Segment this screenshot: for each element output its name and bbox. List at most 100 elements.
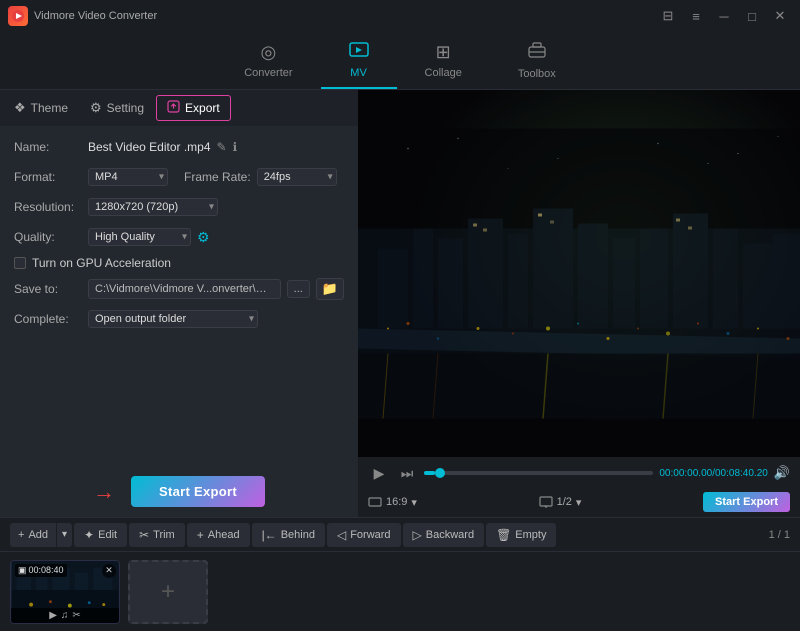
- content-area: ❖ Theme ⚙ Setting Export Nam: [0, 90, 800, 517]
- export-settings: Name: Best Video Editor .mp4 ✎ ℹ Format:…: [0, 126, 358, 462]
- edit-label: Edit: [98, 529, 117, 541]
- saveto-dots-btn[interactable]: ...: [287, 280, 310, 298]
- minimize-btn[interactable]: ─: [712, 6, 736, 26]
- collage-label: Collage: [425, 67, 462, 79]
- backward-button[interactable]: ▷ Backward: [403, 523, 485, 547]
- tab-toolbox[interactable]: Toolbox: [490, 32, 584, 89]
- edit-icon: ✦: [84, 528, 94, 542]
- app-icon: [8, 6, 28, 26]
- export-icon: [167, 100, 180, 116]
- clip-item[interactable]: ▣ 00:08:40 ✕ ▶ ♫ ✂: [10, 560, 120, 624]
- time-display: 00:00:00.00/00:08:40.20: [659, 468, 767, 479]
- resolution-select[interactable]: 1280x720 (720p) 1920x1080 (1080p): [88, 198, 218, 216]
- resolution-label: Resolution:: [14, 200, 82, 214]
- start-export-button[interactable]: Start Export: [131, 476, 265, 507]
- forward-label: Forward: [350, 529, 390, 541]
- format-label: Format:: [14, 170, 82, 184]
- add-main-btn[interactable]: + Add: [10, 523, 57, 547]
- timeline: ▣ 00:08:40 ✕ ▶ ♫ ✂ +: [0, 551, 800, 631]
- add-button-group[interactable]: + Add ▾: [10, 523, 72, 547]
- quality-label: Quality:: [14, 230, 82, 244]
- step-forward-button[interactable]: ⏭: [396, 462, 418, 484]
- screen-icon: [539, 495, 553, 509]
- quality-select[interactable]: High Quality Medium Quality: [88, 228, 191, 246]
- edit-button[interactable]: ✦ Edit: [74, 523, 127, 547]
- ratio-arrow: ▾: [411, 496, 417, 509]
- complete-select-wrap[interactable]: Open output folder Do nothing: [88, 310, 258, 328]
- format-select-wrap[interactable]: MP4 AVI MOV: [88, 168, 168, 186]
- frame-rate-select-wrap[interactable]: 24fps 25fps 30fps: [257, 168, 337, 186]
- empty-icon: 🗑: [496, 528, 511, 542]
- behind-button[interactable]: |← Behind: [252, 523, 325, 547]
- setting-label: Setting: [107, 101, 144, 115]
- close-btn[interactable]: ✕: [768, 6, 792, 26]
- sub-tabs: ❖ Theme ⚙ Setting Export: [0, 90, 358, 126]
- maximize-btn[interactable]: □: [740, 6, 764, 26]
- behind-icon: |←: [262, 528, 277, 542]
- progress-bar[interactable]: [424, 471, 653, 475]
- gpu-label: Turn on GPU Acceleration: [32, 256, 171, 270]
- clip-duration: ▣ 00:08:40: [15, 564, 67, 577]
- left-panel: ❖ Theme ⚙ Setting Export Nam: [0, 90, 358, 517]
- title-bar-left: Vidmore Video Converter: [8, 6, 157, 26]
- subtab-export[interactable]: Export: [156, 95, 231, 121]
- tab-collage[interactable]: ⊞ Collage: [397, 32, 490, 89]
- saveto-folder-btn[interactable]: 📁: [316, 278, 344, 300]
- screen-value: 1/2: [557, 496, 572, 508]
- trim-icon: ✂: [139, 528, 149, 542]
- ahead-label: Ahead: [208, 529, 240, 541]
- video-controls: ▶ ⏭ 00:00:00.00/00:08:40.20 🔊: [358, 457, 800, 489]
- quality-settings-icon[interactable]: ⚙: [197, 229, 210, 246]
- name-info-icon[interactable]: ℹ: [233, 140, 238, 154]
- quality-select-wrap[interactable]: High Quality Medium Quality: [88, 228, 191, 246]
- ahead-button[interactable]: + Ahead: [187, 523, 250, 547]
- arrow-icon: →: [93, 479, 115, 505]
- saveto-row: Save to: C:\Vidmore\Vidmore V...onverter…: [14, 278, 344, 300]
- resolution-row: Resolution: 1280x720 (720p) 1920x1080 (1…: [14, 196, 344, 218]
- start-export-btn-small[interactable]: Start Export: [703, 492, 790, 512]
- start-export-area: → Start Export: [0, 462, 358, 517]
- clip-close-btn[interactable]: ✕: [102, 564, 116, 578]
- ratio-icon: [368, 495, 382, 509]
- clip-audio-icon[interactable]: ♫: [61, 610, 69, 621]
- progress-thumb: [435, 468, 445, 478]
- frame-rate-select[interactable]: 24fps 25fps 30fps: [257, 168, 337, 186]
- clip-play-icon[interactable]: ▶: [49, 610, 57, 621]
- volume-icon[interactable]: 🔊: [774, 465, 790, 481]
- trim-button[interactable]: ✂ Trim: [129, 523, 185, 547]
- format-select[interactable]: MP4 AVI MOV: [88, 168, 168, 186]
- gpu-checkbox[interactable]: [14, 257, 26, 269]
- add-plus-icon: +: [18, 529, 24, 541]
- add-clip-button[interactable]: +: [128, 560, 208, 624]
- time-current: 00:00:00.00: [659, 468, 712, 479]
- ratio-label: 16:9: [386, 496, 407, 508]
- resolution-select[interactable]: 1/2 ▾: [539, 495, 582, 509]
- tab-converter[interactable]: ◎ Converter: [216, 32, 320, 89]
- tab-mv[interactable]: MV: [321, 32, 397, 89]
- add-dropdown-btn[interactable]: ▾: [57, 523, 72, 547]
- messages-btn[interactable]: ⊟: [656, 6, 680, 26]
- mv-label: MV: [350, 67, 367, 79]
- ratio-select[interactable]: 16:9 ▾: [368, 495, 417, 509]
- empty-button[interactable]: 🗑 Empty: [486, 523, 556, 547]
- right-panel: ▶ ⏭ 00:00:00.00/00:08:40.20 🔊 16:9 ▾: [358, 90, 800, 517]
- forward-button[interactable]: ◁ Forward: [327, 523, 401, 547]
- page-count: 1 / 1: [769, 529, 790, 541]
- clip-icon: ▣: [18, 565, 27, 576]
- name-edit-icon[interactable]: ✎: [217, 140, 227, 154]
- complete-select[interactable]: Open output folder Do nothing: [88, 310, 258, 328]
- gpu-row: Turn on GPU Acceleration: [14, 256, 344, 270]
- play-button[interactable]: ▶: [368, 462, 390, 484]
- theme-label: Theme: [31, 101, 68, 115]
- clip-cut-icon[interactable]: ✂: [72, 610, 80, 621]
- menu-btn[interactable]: ≡: [684, 6, 708, 26]
- empty-label: Empty: [515, 529, 546, 541]
- progress-fill: [424, 471, 435, 475]
- subtab-setting[interactable]: ⚙ Setting: [80, 96, 154, 120]
- theme-icon: ❖: [14, 100, 26, 116]
- resolution-select-wrap[interactable]: 1280x720 (720p) 1920x1080 (1080p): [88, 198, 218, 216]
- ahead-icon: +: [197, 528, 204, 542]
- subtab-theme[interactable]: ❖ Theme: [4, 96, 78, 120]
- saveto-label: Save to:: [14, 282, 82, 296]
- video-background: [358, 90, 800, 457]
